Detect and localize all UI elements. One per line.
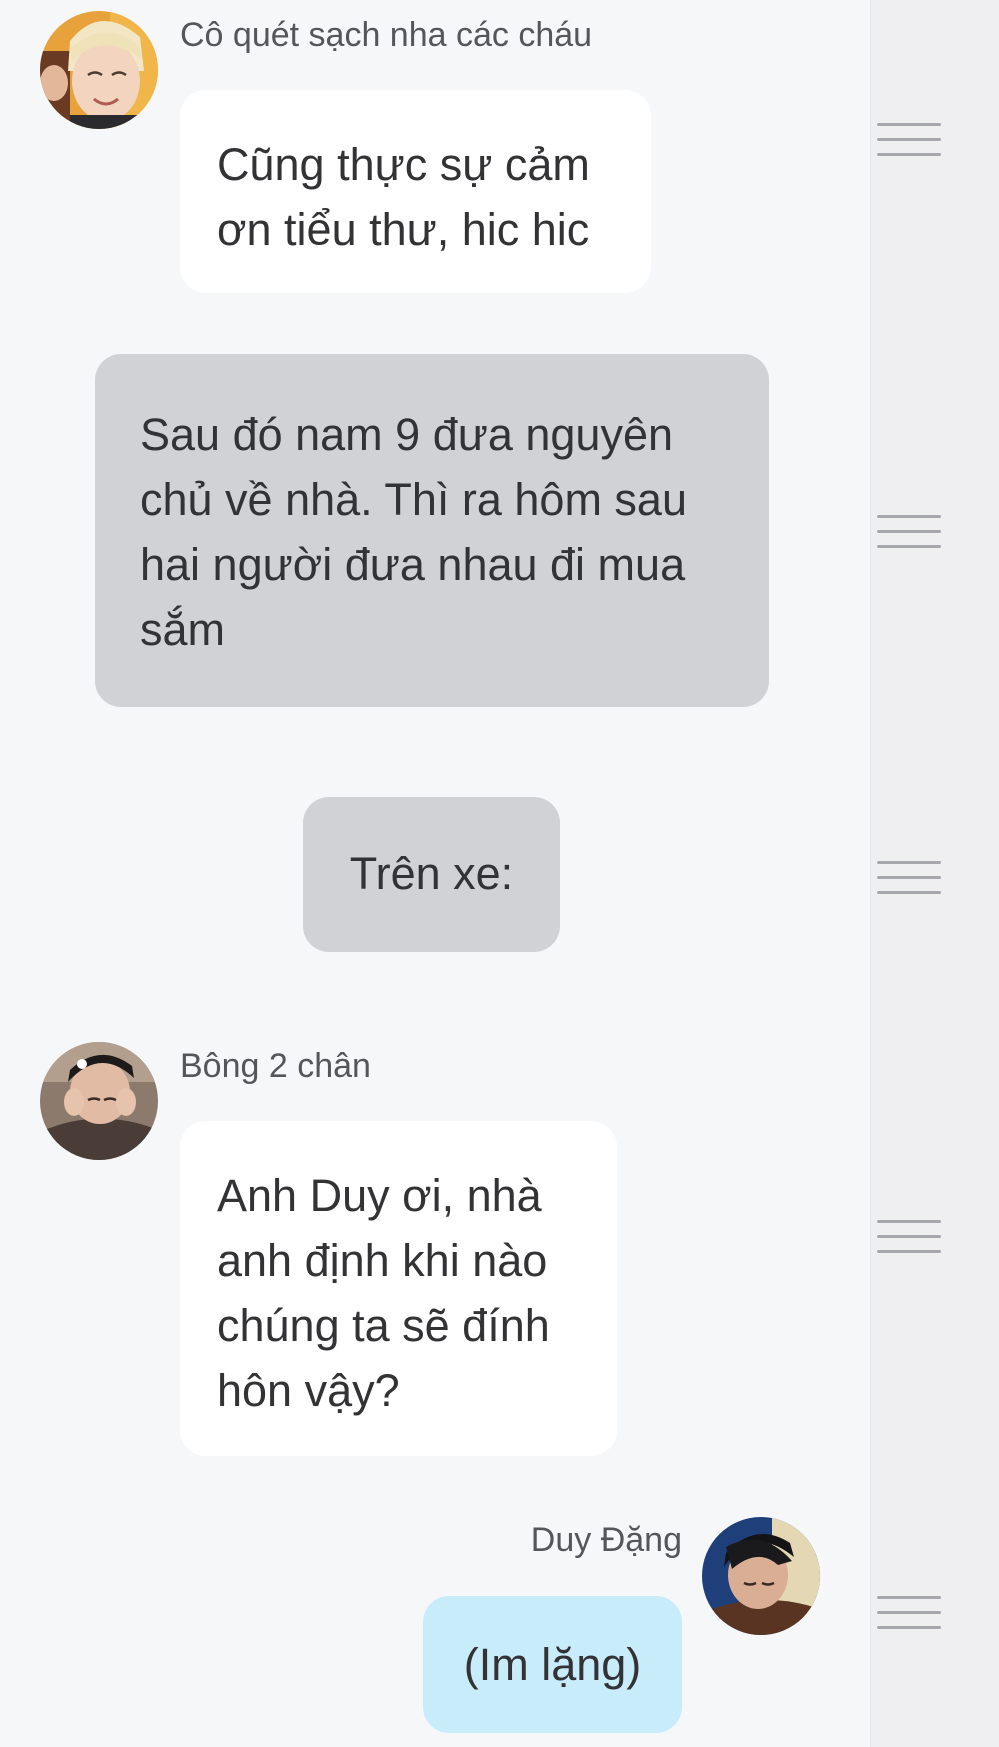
- drag-handle-icon[interactable]: [877, 123, 941, 157]
- narration-bubble[interactable]: Trên xe:: [303, 797, 560, 952]
- avatar[interactable]: [40, 11, 158, 129]
- drag-handle-icon[interactable]: [877, 515, 941, 549]
- drag-handle-icon[interactable]: [877, 861, 941, 895]
- message-bubble[interactable]: (Im lặng): [423, 1596, 682, 1733]
- drag-handle-icon[interactable]: [877, 1220, 941, 1254]
- chat-area: Cô quét sạch nha các cháu Cũng thực sự c…: [0, 0, 870, 1747]
- avatar-boy-hands-on-face-icon: [40, 1042, 158, 1160]
- avatar-boy-sleeping-icon: [702, 1517, 820, 1635]
- drag-handle-icon[interactable]: [877, 1596, 941, 1630]
- narration-bubble[interactable]: Sau đó nam 9 đưa nguyên chủ về nhà. Thì …: [95, 354, 769, 707]
- avatar[interactable]: [40, 1042, 158, 1160]
- sender-name: Cô quét sạch nha các cháu: [180, 16, 593, 54]
- message-bubble[interactable]: Cũng thực sự cảm ơn tiểu thư, hic hic: [180, 90, 651, 293]
- message-bubble[interactable]: Anh Duy ơi, nhà anh định khi nào chúng t…: [180, 1121, 617, 1456]
- sender-name: Duy Đặng: [530, 1521, 682, 1559]
- avatar-blonde-smiling-icon: [40, 11, 158, 129]
- sender-name: Bông 2 chân: [180, 1047, 371, 1085]
- avatar[interactable]: [702, 1517, 820, 1635]
